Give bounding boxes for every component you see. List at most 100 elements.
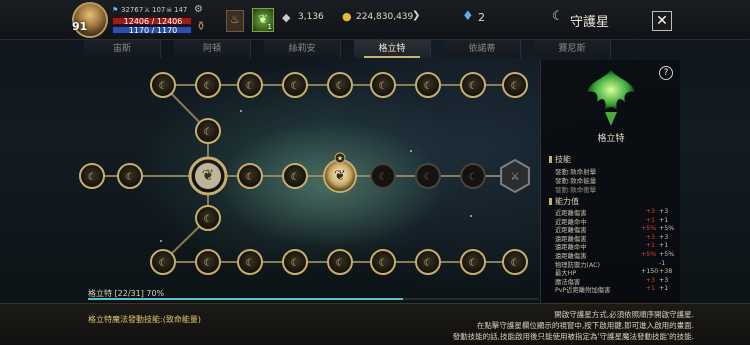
page-title: 守護星	[570, 15, 610, 30]
star-node[interactable]: ☾	[370, 249, 396, 275]
stat-max-value: +1	[645, 242, 655, 250]
star-node[interactable]: ☾	[237, 249, 263, 275]
crescent-icon: ☾	[126, 172, 135, 183]
crescent-icon: ☾	[246, 81, 255, 92]
instruction-line: 在點擊守護星欄位顯示的視窗中,按下啟用鍵,即可進入啟用的畫面.	[476, 321, 694, 330]
phoenix-icon: ❦	[202, 166, 215, 184]
crescent-icon: ☾	[424, 81, 433, 92]
stat-max-value: +5%	[641, 251, 657, 258]
crescent-icon: ☾	[204, 127, 213, 138]
star-node[interactable]: ☾	[282, 163, 308, 189]
star-node[interactable]: ☾	[150, 72, 176, 98]
crescent-icon: ☾	[291, 258, 300, 269]
star-node[interactable]: ☾	[195, 249, 221, 275]
instruction-line: 發動技能的話,技能啟用後只能使用被指定為'守護星魔法發動技能'的技能.	[452, 332, 694, 341]
star-node[interactable]: ☾	[460, 249, 486, 275]
guardian-star-tree: ☾ ☾ ☾ ☾ ☾ ☾ ☾ ☾ ☾☾☾ ☾ ❦ ☾ ☾ ❦★☾ ☾ ☾ ⚔☾☾ ☾ ☾ ☾ ☾ ☾ ☾ ☾ ☾	[79, 72, 530, 275]
star-node[interactable]: ☾	[282, 249, 308, 275]
crescent-icon: ☾	[424, 258, 433, 269]
stat-current-value: +5%	[659, 225, 675, 233]
guardian-info-panel: ? 格立特 技能 發動:致命射擊 發動:致命能量 發動:致命衝擊 能力值 近距離傷害…	[540, 60, 680, 303]
crescent-icon: ☾	[379, 81, 388, 92]
stat-max-value: +1	[645, 216, 655, 224]
stat-max-value: +3	[645, 233, 655, 241]
stat-max-value: +5%	[641, 225, 657, 233]
crescent-icon: ☾	[511, 258, 520, 269]
stat-max-value: +150	[641, 268, 659, 276]
crescent-icon: ☾	[159, 81, 168, 92]
crescent-icon: ☾	[379, 258, 388, 269]
help-button[interactable]: ?	[659, 66, 673, 80]
star-node[interactable]: ☾	[237, 163, 263, 189]
stat-name: PvP近距離附加傷害	[555, 287, 611, 295]
star-node[interactable]: ☾	[150, 249, 176, 275]
crescent-icon: ☾	[159, 258, 168, 269]
tab-5[interactable]: 賽尼斯	[534, 40, 611, 58]
guardian-name: 格立特	[597, 134, 625, 144]
stat-current-value: +1	[659, 285, 669, 293]
close-button[interactable]: ✕	[652, 11, 672, 31]
star-node[interactable]: ☾	[460, 163, 486, 189]
crescent-icon: ☾	[204, 258, 213, 269]
star-node[interactable]: ☾	[195, 72, 221, 98]
star-node[interactable]: ☾	[502, 249, 528, 275]
stat-current-value: +1	[659, 216, 669, 224]
crescent-icon: ☾	[204, 214, 213, 225]
star-node[interactable]: ☾	[415, 163, 441, 189]
crescent-icon: ☾	[424, 172, 433, 183]
star-node[interactable]: ☾	[327, 72, 353, 98]
stat-current-value: +1	[659, 242, 669, 250]
crescent-icon: ☾	[291, 81, 300, 92]
crescent-icon: ☾	[469, 81, 478, 92]
stat-current-value: +38	[659, 268, 673, 276]
star-node[interactable]: ☾	[237, 72, 263, 98]
crescent-icon: ☾	[379, 172, 388, 183]
guardian-star-icon: ☾	[552, 9, 564, 24]
stat-current-value: +3	[659, 233, 669, 241]
instructions: 開啟守護星方式,必須依照順序開啟守護星. 在點擊守護星欄位顯示的視窗中,按下啟用…	[394, 309, 694, 342]
skill-item: 發動:致命衝擊	[555, 186, 597, 194]
star-node[interactable]: ☾	[79, 163, 105, 189]
stat-current-value: -1	[659, 259, 666, 267]
stat-current-value: +3	[659, 276, 669, 284]
star-node[interactable]: ☾	[415, 72, 441, 98]
skills-heading: 技能	[549, 154, 571, 165]
star-node[interactable]: ☾	[415, 249, 441, 275]
progress-fill	[88, 298, 403, 300]
star-node[interactable]: ☾	[370, 163, 396, 189]
stat-max-value: +3	[645, 276, 655, 284]
phoenix-emblem-icon	[587, 70, 635, 126]
crescent-icon: ☾	[246, 258, 255, 269]
star-node[interactable]: ☾	[460, 72, 486, 98]
star-node[interactable]: ☾	[502, 72, 528, 98]
phoenix-icon: ❦	[334, 168, 346, 184]
star-node[interactable]: ☾	[195, 118, 221, 144]
star-mark-icon: ★	[337, 155, 343, 163]
footer-info: 格立特魔法發動技能:(致命能量) 開啟守護星方式,必須依照順序開啟守護星. 在點…	[0, 303, 750, 345]
stat-current-value: +3	[659, 208, 669, 215]
crescent-icon: ☾	[204, 81, 213, 92]
crescent-icon: ☾	[88, 172, 97, 183]
locked-star-node[interactable]: ⚔	[500, 158, 530, 194]
instruction-line: 開啟守護星方式,必須依照順序開啟守護星.	[554, 310, 694, 319]
crescent-icon: ☾	[511, 81, 520, 92]
crescent-icon: ☾	[246, 172, 255, 183]
star-node[interactable]: ☾	[370, 72, 396, 98]
star-node[interactable]: ☾	[195, 205, 221, 231]
star-node[interactable]: ☾	[327, 249, 353, 275]
crescent-icon: ☾	[336, 81, 345, 92]
stat-row: PvP近距離附加傷害 +1 +1	[555, 285, 679, 294]
star-node[interactable]: ☾	[117, 163, 143, 189]
crescent-icon: ☾	[291, 172, 300, 183]
selected-star-node[interactable]: ❦★	[323, 152, 357, 193]
progress-track	[88, 298, 538, 300]
stat-current-value: +5%	[659, 251, 675, 258]
star-node[interactable]: ❦	[188, 156, 228, 196]
crescent-icon: ☾	[469, 172, 478, 183]
stat-max-value: +3	[645, 208, 655, 215]
crescent-icon: ☾	[336, 258, 345, 269]
star-node[interactable]: ☾	[282, 72, 308, 98]
stats-heading: 能力值	[549, 196, 579, 207]
magic-skill-text: 格立特魔法發動技能:(致命能量)	[88, 315, 201, 324]
stat-max-value: +1	[645, 285, 655, 293]
